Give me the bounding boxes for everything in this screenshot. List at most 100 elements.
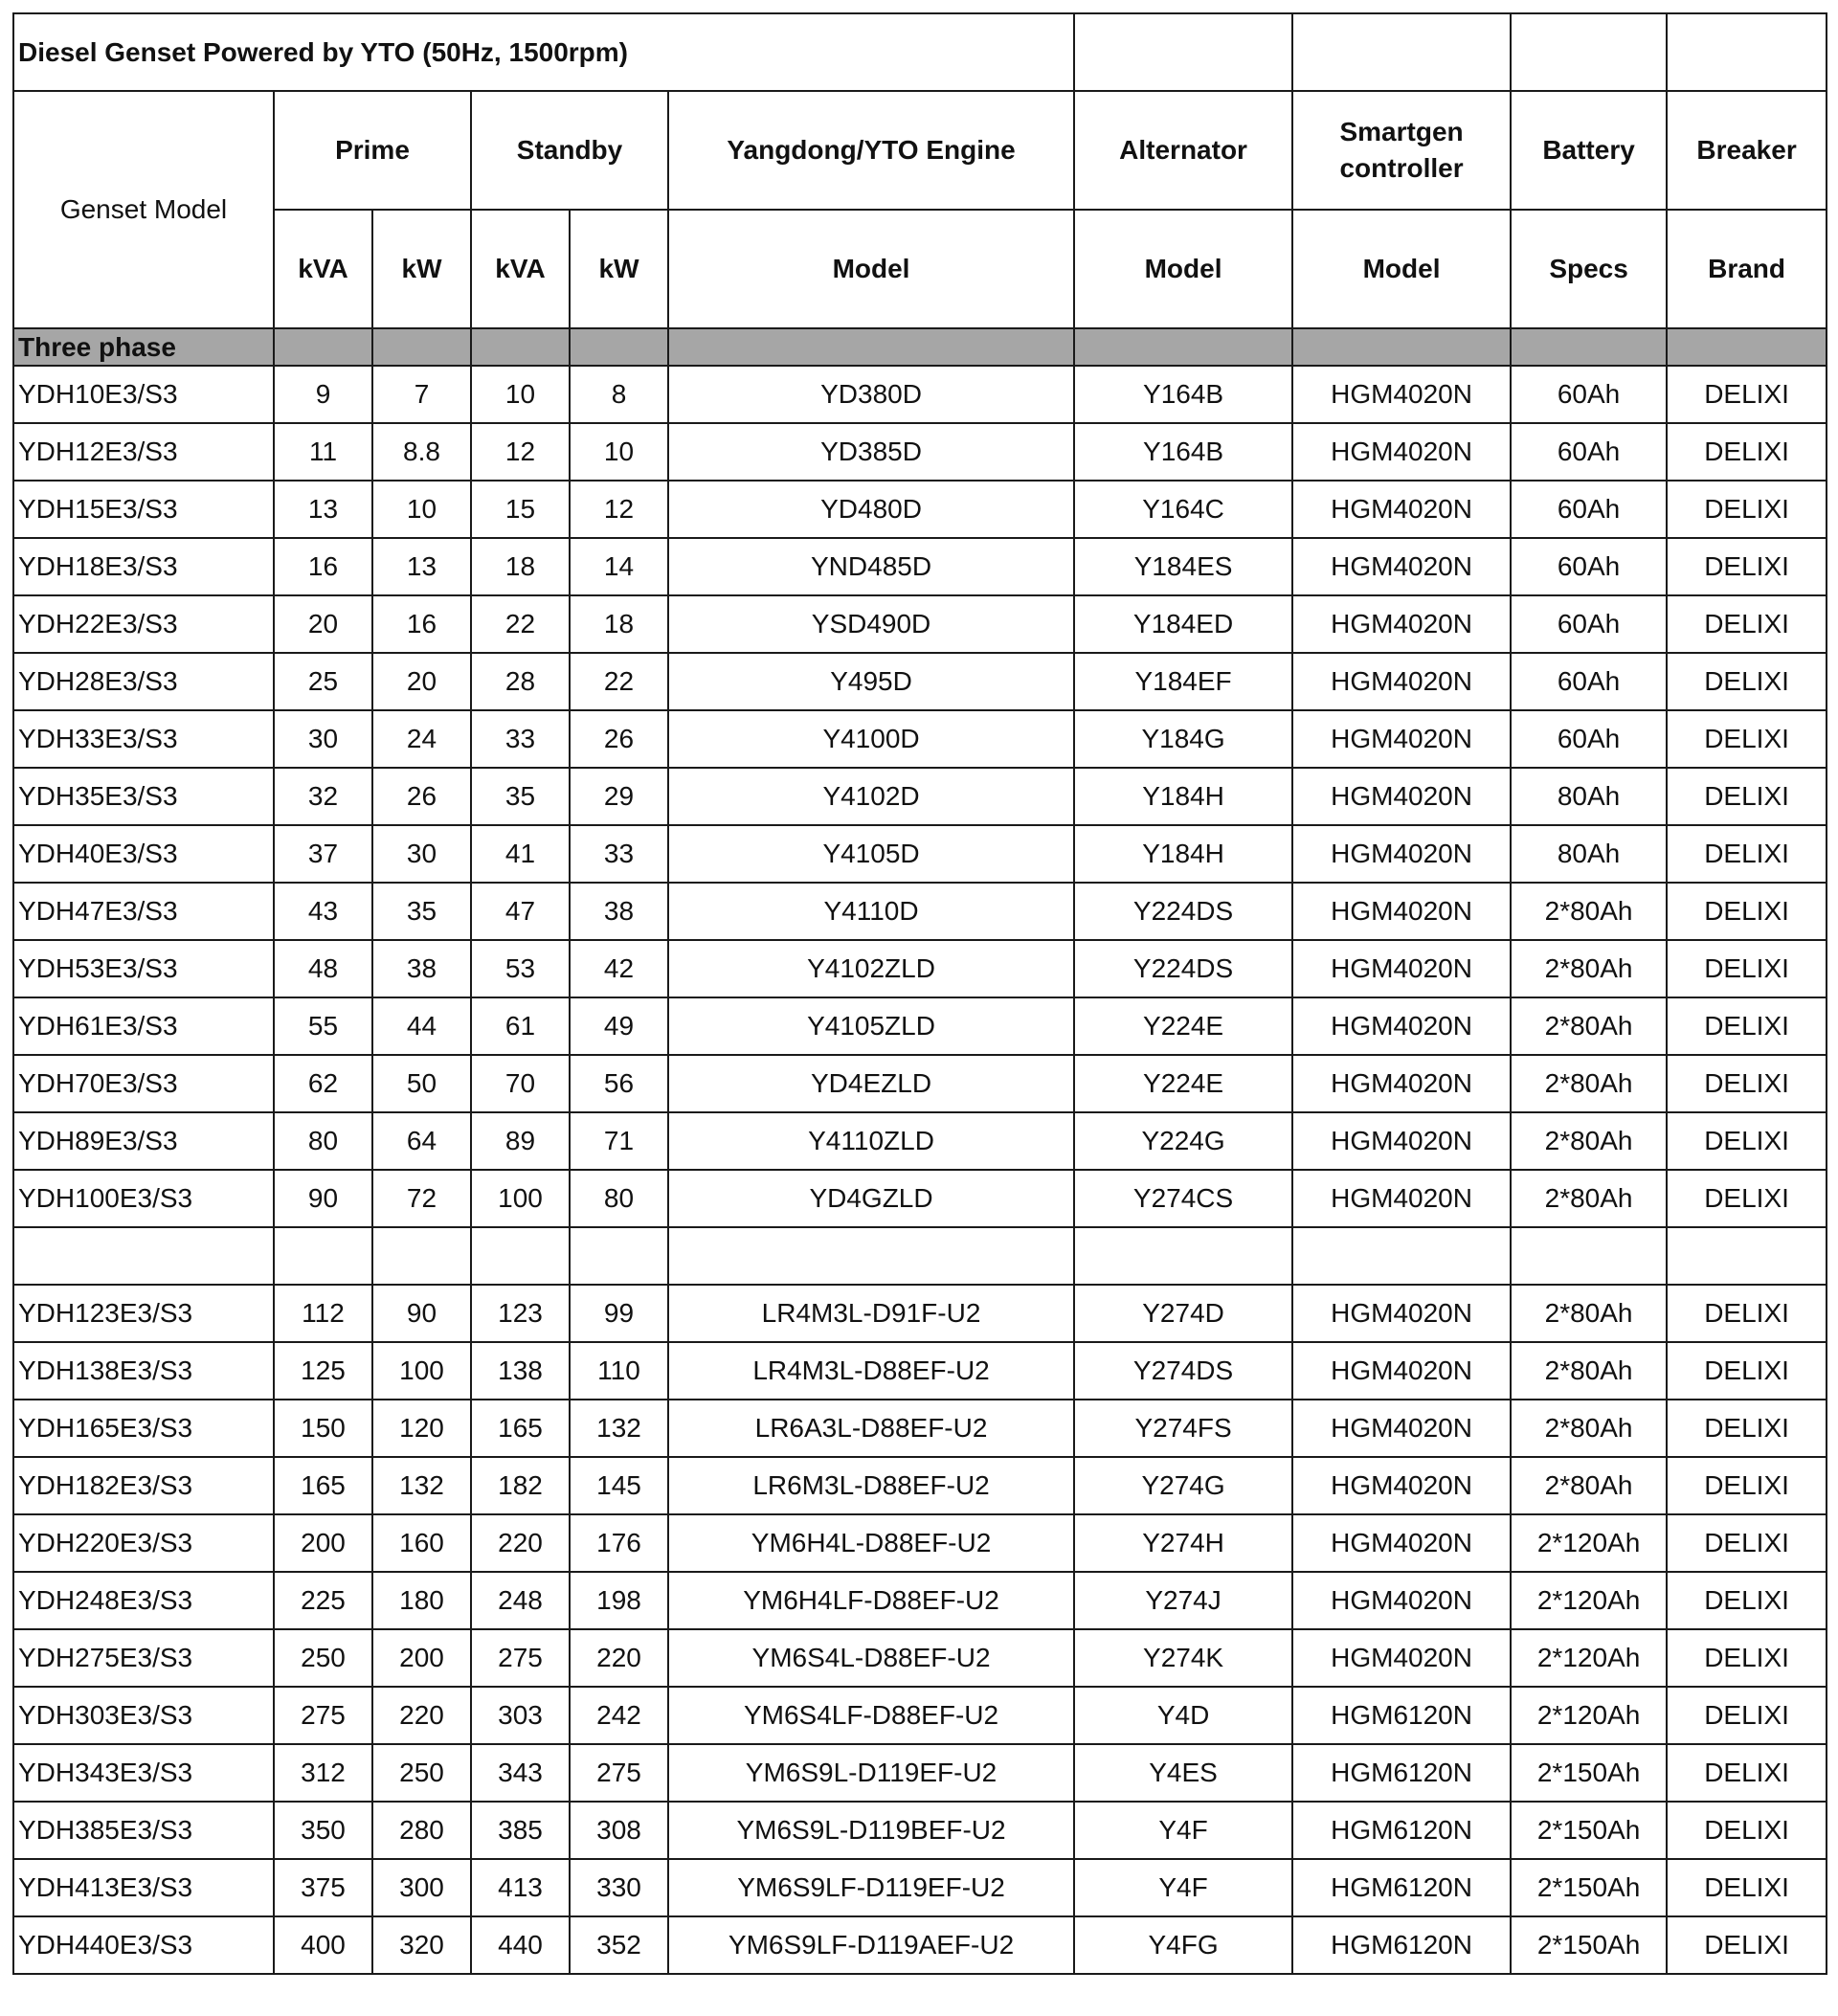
cell-prime-kw: 20 (371, 652, 472, 711)
cell-prime-kva: 9 (273, 365, 373, 424)
cell-prime-kw: 180 (371, 1571, 472, 1630)
cell-engine-model: Y4110ZLD (666, 1111, 1076, 1171)
cell-standby-kw: 220 (569, 1628, 669, 1688)
cell-prime-kw: 35 (371, 882, 472, 941)
cell-prime-kva: 48 (273, 939, 373, 998)
cell-prime-kva: 112 (273, 1284, 373, 1343)
cell-standby-kw: 33 (569, 824, 669, 884)
cell-standby-kw: 275 (569, 1743, 669, 1803)
cell-breaker-brand: DELIXI (1666, 652, 1828, 711)
cell-standby-kva: 303 (470, 1686, 571, 1745)
cell-controller-model: HGM4020N (1291, 537, 1513, 596)
cell-battery-specs: 2*80Ah (1510, 939, 1669, 998)
cell-breaker-brand: DELIXI (1666, 939, 1828, 998)
cell-genset-model: YDH248E3/S3 (12, 1571, 275, 1630)
cell-genset-model: YDH100E3/S3 (12, 1169, 275, 1228)
cell-battery-specs: 80Ah (1510, 824, 1669, 884)
cell-prime-kva: 225 (273, 1571, 373, 1630)
cell-alternator-model: Y274DS (1073, 1341, 1294, 1400)
cell-engine-model: YM6S9L-D119EF-U2 (666, 1743, 1076, 1803)
cell-controller-model: HGM6120N (1291, 1743, 1513, 1803)
header-standby-kva: kVA (470, 209, 571, 329)
cell-engine-model: Y4100D (666, 709, 1076, 769)
empty-cell (1666, 1226, 1828, 1286)
cell-prime-kva: 30 (273, 709, 373, 769)
cell-breaker-brand: DELIXI (1666, 709, 1828, 769)
cell-standby-kw: 26 (569, 709, 669, 769)
cell-alternator-model: Y4FG (1073, 1915, 1294, 1975)
cell-battery-specs: 2*120Ah (1510, 1513, 1669, 1573)
cell-engine-model: YD380D (666, 365, 1076, 424)
table-row: YDH18E3/S3 16 13 18 14 YND485D Y184ES HGM4020N 6… (12, 537, 1828, 596)
cell-standby-kva: 275 (470, 1628, 571, 1688)
cell-battery-specs: 60Ah (1510, 480, 1669, 539)
table-row: YDH248E3/S3 225 180 248 198 YM6H4LF-D88EF-U2 Y… (12, 1571, 1828, 1630)
cell-battery-specs: 2*80Ah (1510, 882, 1669, 941)
cell-prime-kw: 8.8 (371, 422, 472, 482)
cell-prime-kva: 37 (273, 824, 373, 884)
empty-cell (371, 1226, 472, 1286)
cell-engine-model: Y4102D (666, 767, 1076, 826)
cell-breaker-brand: DELIXI (1666, 1341, 1828, 1400)
cell-prime-kw: 7 (371, 365, 472, 424)
cell-prime-kw: 200 (371, 1628, 472, 1688)
cell-controller-model: HGM6120N (1291, 1915, 1513, 1975)
cell-controller-model: HGM4020N (1291, 422, 1513, 482)
cell-prime-kw: 10 (371, 480, 472, 539)
cell-alternator-model: Y164B (1073, 365, 1294, 424)
cell-genset-model: YDH53E3/S3 (12, 939, 275, 998)
cell-prime-kw: 120 (371, 1399, 472, 1458)
table-row: YDH440E3/S3 400 320 440 352 YM6S9LF-D119AEF-U… (12, 1915, 1828, 1975)
cell-prime-kva: 250 (273, 1628, 373, 1688)
cell-prime-kva: 62 (273, 1054, 373, 1113)
cell-alternator-model: Y224E (1073, 997, 1294, 1056)
cell-breaker-brand: DELIXI (1666, 1456, 1828, 1515)
cell-engine-model: YND485D (666, 537, 1076, 596)
cell-battery-specs: 2*80Ah (1510, 1284, 1669, 1343)
cell-engine-model: Y4110D (666, 882, 1076, 941)
cell-controller-model: HGM4020N (1291, 1456, 1513, 1515)
cell-breaker-brand: DELIXI (1666, 767, 1828, 826)
cell-breaker-brand: DELIXI (1666, 1801, 1828, 1860)
cell-engine-model: Y4102ZLD (666, 939, 1076, 998)
cell-prime-kva: 80 (273, 1111, 373, 1171)
cell-standby-kva: 28 (470, 652, 571, 711)
cell-controller-model: HGM4020N (1291, 1054, 1513, 1113)
cell-battery-specs: 2*80Ah (1510, 1399, 1669, 1458)
cell-breaker-brand: DELIXI (1666, 422, 1828, 482)
cell-prime-kva: 32 (273, 767, 373, 826)
cell-standby-kva: 12 (470, 422, 571, 482)
cell-genset-model: YDH61E3/S3 (12, 997, 275, 1056)
cell-breaker-brand: DELIXI (1666, 1399, 1828, 1458)
empty-cell (371, 327, 472, 367)
cell-standby-kw: 29 (569, 767, 669, 826)
cell-engine-model: Y4105ZLD (666, 997, 1076, 1056)
empty-cell (1073, 327, 1294, 367)
cell-standby-kw: 14 (569, 537, 669, 596)
cell-standby-kva: 220 (470, 1513, 571, 1573)
cell-controller-model: HGM4020N (1291, 365, 1513, 424)
cell-prime-kw: 132 (371, 1456, 472, 1515)
cell-prime-kw: 38 (371, 939, 472, 998)
cell-standby-kw: 176 (569, 1513, 669, 1573)
cell-prime-kw: 26 (371, 767, 472, 826)
cell-standby-kva: 343 (470, 1743, 571, 1803)
table-row: YDH343E3/S3 312 250 343 275 YM6S9L-D119EF-U2 Y… (12, 1743, 1828, 1803)
cell-engine-model: YM6S4LF-D88EF-U2 (666, 1686, 1076, 1745)
cell-standby-kw: 22 (569, 652, 669, 711)
cell-prime-kva: 150 (273, 1399, 373, 1458)
table-row: YDH182E3/S3 165 132 182 145 LR6M3L-D88EF-U2 Y2… (12, 1456, 1828, 1515)
cell-breaker-brand: DELIXI (1666, 824, 1828, 884)
cell-controller-model: HGM4020N (1291, 767, 1513, 826)
cell-prime-kw: 280 (371, 1801, 472, 1860)
cell-standby-kw: 242 (569, 1686, 669, 1745)
cell-controller-model: HGM4020N (1291, 1341, 1513, 1400)
cell-standby-kva: 70 (470, 1054, 571, 1113)
cell-alternator-model: Y274CS (1073, 1169, 1294, 1228)
cell-battery-specs: 2*150Ah (1510, 1743, 1669, 1803)
header-battery: Battery (1510, 90, 1669, 211)
cell-alternator-model: Y184ED (1073, 594, 1294, 654)
cell-alternator-model: Y184ES (1073, 537, 1294, 596)
cell-genset-model: YDH10E3/S3 (12, 365, 275, 424)
cell-standby-kva: 440 (470, 1915, 571, 1975)
